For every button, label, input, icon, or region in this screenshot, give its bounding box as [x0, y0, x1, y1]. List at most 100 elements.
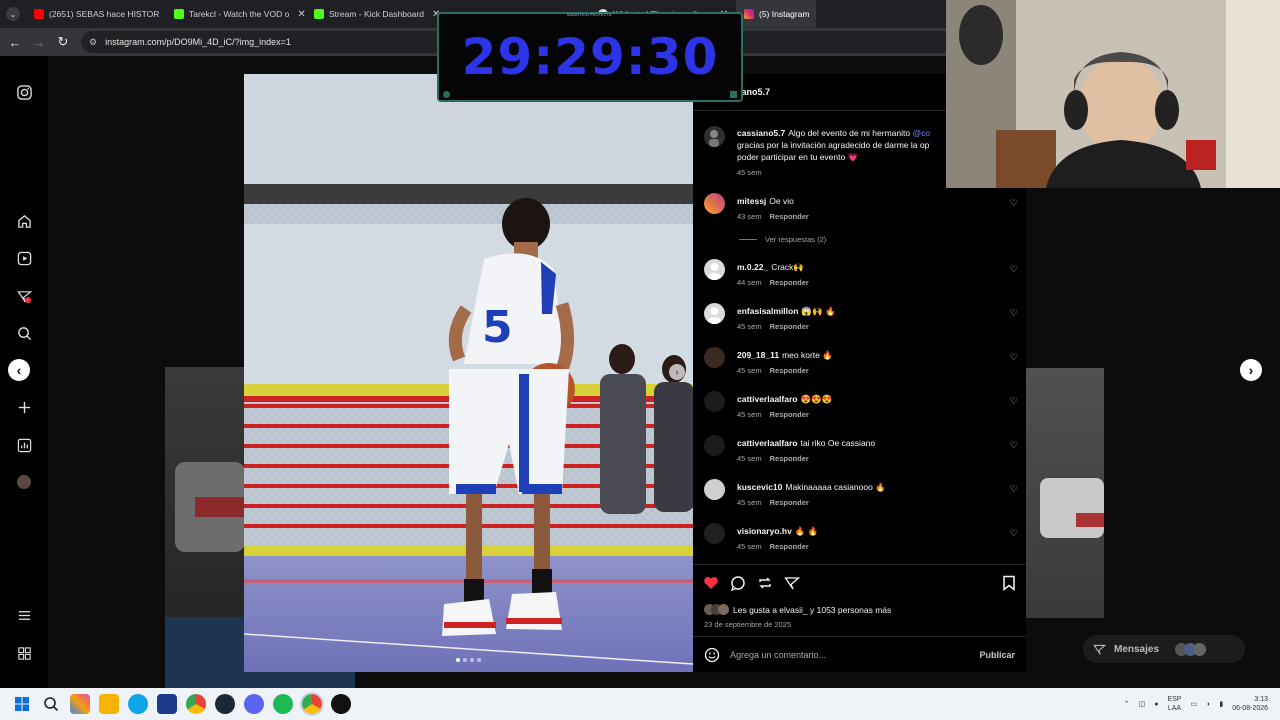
likes-summary[interactable]: Les gusta a elvasii_ y 1053 personas más	[704, 604, 891, 615]
search-icon[interactable]	[41, 694, 61, 714]
avatar[interactable]	[704, 523, 725, 544]
reload-button[interactable]: ↻	[51, 30, 75, 54]
home-icon[interactable]	[16, 213, 32, 229]
comment: cattiverlaalfaro tai riko Oe cassiano 45 …	[693, 435, 1026, 475]
comment-username[interactable]: cattiverlaalfaro	[737, 394, 797, 404]
edge-icon[interactable]	[128, 694, 148, 714]
tab-search-button[interactable]: ⌄	[0, 0, 26, 28]
close-icon[interactable]: ✕	[297, 9, 305, 20]
avatar[interactable]	[704, 435, 725, 456]
save-button[interactable]	[1001, 575, 1017, 592]
copilot-icon[interactable]	[70, 694, 90, 714]
search-icon[interactable]	[16, 325, 32, 341]
messages-icon[interactable]	[16, 288, 32, 304]
comment-username[interactable]: enfasisalmillon	[737, 306, 798, 316]
steam-icon[interactable]	[215, 694, 235, 714]
volume-icon[interactable]: ◖	[1206, 701, 1210, 708]
avatar[interactable]	[704, 303, 725, 324]
comment-username[interactable]: mitessj	[737, 196, 766, 206]
tab-kick-dashboard[interactable]: Stream - Kick Dashboard ✕	[306, 0, 446, 28]
like-button[interactable]	[703, 575, 719, 591]
dashboard-icon[interactable]	[16, 437, 32, 453]
windows-taskbar: ⌃ ◫ ● ESP LAA ▭ ◖ ▮ 3:13 06-08-2026	[0, 688, 1280, 720]
chevron-up-icon[interactable]: ⌃	[1124, 700, 1130, 708]
create-icon[interactable]	[16, 399, 32, 415]
comment-username[interactable]: m.0.22_	[737, 262, 768, 272]
clock[interactable]: 3:13 06-08-2026	[1232, 695, 1268, 713]
comment-text: Oe vio	[769, 196, 794, 206]
site-info-icon[interactable]: ⚙	[89, 37, 97, 48]
caption-mention[interactable]: @co	[912, 128, 930, 138]
avatar[interactable]	[704, 259, 725, 280]
spotify-icon[interactable]	[273, 694, 293, 714]
reply-button[interactable]: Responder	[770, 542, 809, 551]
tab-kick-vod[interactable]: Tarekcl - Watch the VOD o ✕	[166, 0, 306, 28]
reply-button[interactable]: Responder	[770, 366, 809, 375]
avatar[interactable]	[704, 391, 725, 412]
previous-post-preview[interactable]	[165, 367, 245, 617]
share-button[interactable]	[784, 575, 801, 591]
emoji-button[interactable]	[704, 647, 720, 663]
avatar[interactable]	[704, 126, 725, 147]
store-icon[interactable]	[157, 694, 177, 714]
heart-icon[interactable]: ♡	[1010, 264, 1018, 275]
back-button[interactable]: ←	[3, 30, 27, 54]
windows-start-icon[interactable]	[12, 694, 32, 714]
avatar[interactable]	[704, 479, 725, 500]
caption-username[interactable]: cassiano5.7	[737, 128, 785, 138]
microphone-icon[interactable]: ●	[1154, 701, 1158, 708]
heart-icon[interactable]: ♡	[1010, 484, 1018, 495]
heart-icon[interactable]: ♡	[1010, 396, 1018, 407]
menu-icon[interactable]	[16, 607, 32, 623]
discord-icon[interactable]	[244, 694, 264, 714]
battery-icon[interactable]: ▮	[1219, 700, 1223, 708]
heart-icon[interactable]: ♡	[1010, 440, 1018, 451]
tab-youtube[interactable]: (2651) SEBAS hace HISTOR ✕	[26, 0, 166, 28]
avatar[interactable]	[704, 193, 725, 214]
tab-instagram[interactable]: (5) Instagram	[736, 0, 816, 28]
messages-button[interactable]: Mensajes	[1083, 635, 1245, 663]
comment-username[interactable]: cattiverlaalfaro	[737, 438, 797, 448]
reply-button[interactable]: Responder	[770, 212, 809, 221]
comment-button[interactable]	[730, 575, 746, 592]
avatar[interactable]	[704, 347, 725, 368]
next-post-preview[interactable]	[1026, 368, 1104, 618]
forward-button[interactable]: →	[27, 30, 51, 54]
monitor-icon[interactable]: ▭	[1190, 700, 1197, 708]
chrome-active-icon[interactable]	[300, 692, 324, 716]
repost-button[interactable]	[757, 575, 773, 591]
comment-time: 45 sem	[737, 322, 762, 331]
heart-icon[interactable]: ♡	[1010, 308, 1018, 319]
file-explorer-icon[interactable]	[99, 694, 119, 714]
reply-button[interactable]: Responder	[770, 322, 809, 331]
language-layout: LAA	[1167, 705, 1182, 712]
comment-username[interactable]: visionaryo.hv	[737, 526, 792, 536]
reply-button[interactable]: Responder	[770, 498, 809, 507]
clock-date: 06-08-2026	[1232, 705, 1268, 712]
view-replies[interactable]: Ver respuestas (2)	[739, 235, 826, 244]
next-post-button[interactable]: ›	[1240, 359, 1262, 381]
comment-input[interactable]: Agrega un comentario...	[730, 650, 826, 660]
language-indicator[interactable]: ESP LAA	[1167, 695, 1181, 713]
chrome-icon[interactable]	[186, 694, 206, 714]
profile-avatar[interactable]	[16, 474, 32, 490]
reply-button[interactable]: Responder	[770, 278, 809, 287]
heart-icon[interactable]: ♡	[1010, 528, 1018, 539]
timer-label: SUBATHON PROTECTA	[566, 12, 612, 17]
reply-button[interactable]: Responder	[770, 454, 809, 463]
svg-text:5: 5	[482, 302, 513, 353]
app-icon[interactable]	[331, 694, 351, 714]
reply-button[interactable]: Responder	[770, 410, 809, 419]
network-icon[interactable]: ◫	[1139, 700, 1146, 708]
instagram-logo-icon[interactable]	[16, 84, 32, 100]
comment-username[interactable]: 209_18_11	[737, 350, 779, 360]
previous-post-button[interactable]: ‹	[8, 359, 30, 381]
comment-username[interactable]: kuscevic10	[737, 482, 782, 492]
next-image-button[interactable]: ›	[669, 364, 685, 380]
post-photo[interactable]: 5 ›	[244, 74, 693, 672]
heart-icon[interactable]: ♡	[1010, 352, 1018, 363]
also-from-meta-icon[interactable]	[16, 645, 32, 661]
reels-icon[interactable]	[16, 250, 32, 266]
publish-button[interactable]: Publicar	[979, 650, 1015, 660]
heart-icon[interactable]: ♡	[1010, 198, 1018, 209]
